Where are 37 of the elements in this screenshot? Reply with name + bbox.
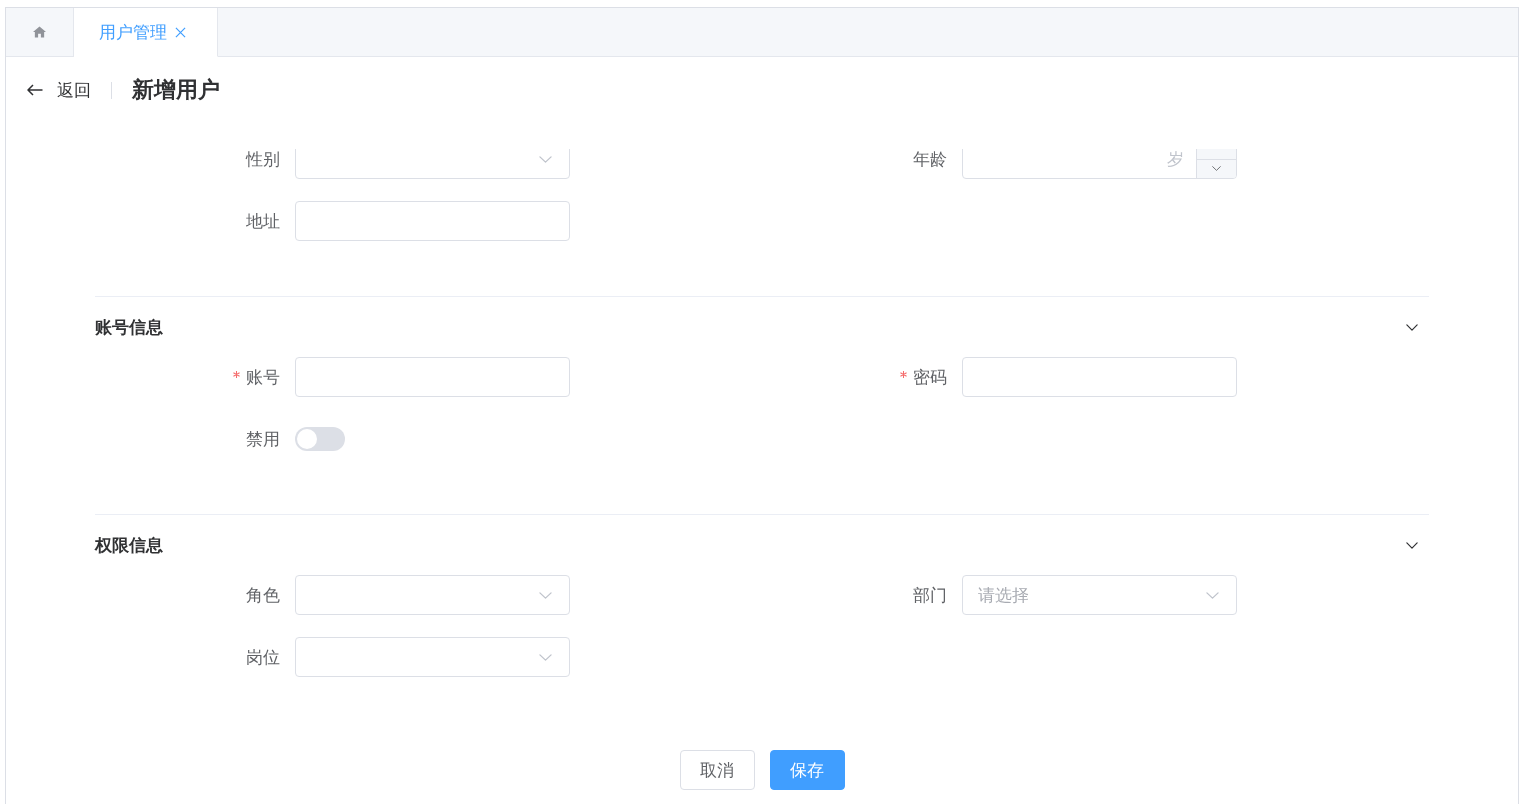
cancel-button[interactable]: 取消	[679, 750, 755, 790]
tab[interactable]: 用户管理	[74, 8, 218, 57]
field-label: 部门	[913, 584, 947, 607]
select-field[interactable]	[295, 637, 570, 677]
chevron-down-icon	[1206, 591, 1219, 599]
select-field[interactable]	[295, 149, 570, 179]
page-title: 新增用户	[132, 76, 220, 104]
chevron-down-icon[interactable]	[1406, 541, 1418, 549]
arrow-left-icon	[27, 84, 43, 96]
field-label: 地址	[246, 210, 280, 233]
save-button[interactable]: 保存	[769, 750, 845, 790]
number-stepper[interactable]	[1196, 149, 1236, 178]
section-title: 权限信息	[95, 534, 163, 557]
input-field[interactable]	[295, 201, 570, 241]
field-label: 账号	[246, 366, 280, 389]
close-icon[interactable]	[175, 26, 186, 38]
chevron-down-icon[interactable]	[1406, 323, 1418, 331]
input-field[interactable]	[295, 357, 570, 397]
section-title: 账号信息	[95, 316, 163, 339]
field-label: 密码	[913, 366, 947, 389]
chevron-down-icon	[539, 591, 552, 599]
unit-label: 岁	[1167, 149, 1184, 171]
field-label: 岗位	[246, 646, 280, 669]
field-label: 性别	[246, 149, 280, 171]
chevron-down-icon	[1212, 166, 1221, 172]
number-field[interactable]: 岁	[962, 149, 1237, 179]
toggle-switch[interactable]	[295, 427, 345, 451]
field-label: 禁用	[246, 428, 280, 451]
chevron-down-icon	[539, 653, 552, 661]
select-field[interactable]	[295, 575, 570, 615]
field-label: 角色	[246, 584, 280, 607]
input-field[interactable]	[962, 357, 1237, 397]
home-icon	[33, 26, 46, 38]
back-button[interactable]: 返回	[27, 78, 91, 102]
select-field[interactable]: 请选择	[962, 575, 1237, 615]
field-label: 年龄	[913, 149, 947, 171]
chevron-down-icon	[539, 155, 552, 163]
